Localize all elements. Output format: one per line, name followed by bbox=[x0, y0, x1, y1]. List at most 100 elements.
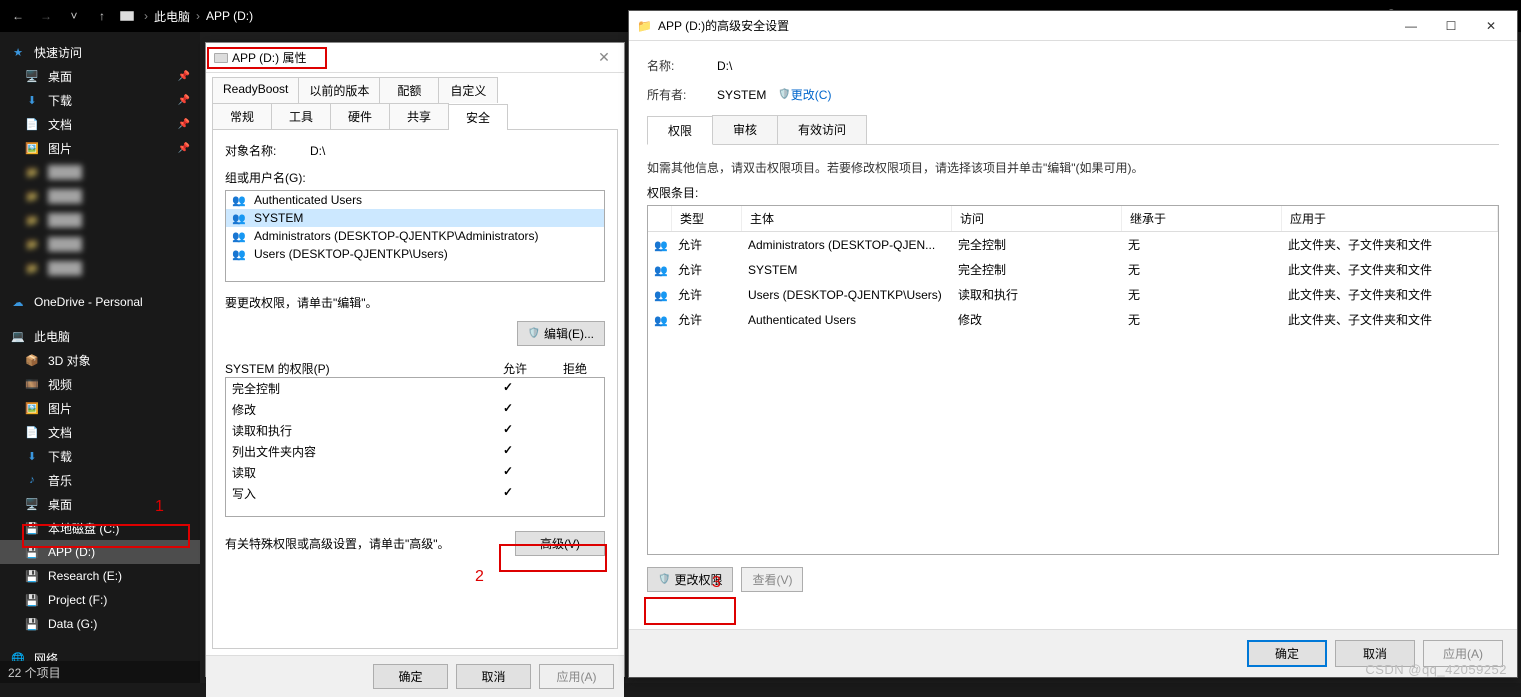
sidebar-blurred[interactable]: 📁████ bbox=[0, 256, 200, 280]
tab-quota[interactable]: 配额 bbox=[379, 77, 439, 103]
props-body: 对象名称: D:\ 组或用户名(G): Authenticated UsersS… bbox=[212, 129, 618, 649]
sidebar-3d-objects[interactable]: 📦3D 对象 bbox=[0, 348, 200, 372]
tab-general[interactable]: 常规 bbox=[212, 103, 272, 129]
ok-button[interactable]: 确定 bbox=[373, 664, 448, 689]
sidebar-project-f[interactable]: 💾Project (F:) bbox=[0, 588, 200, 612]
permissions-list[interactable]: 完全控制修改读取和执行列出文件夹内容读取写入 bbox=[225, 377, 605, 517]
owner-change-link[interactable]: 更改(C) bbox=[791, 86, 832, 103]
perm-title: SYSTEM 的权限(P) bbox=[225, 360, 485, 377]
check-icon bbox=[503, 485, 513, 499]
ok-button[interactable]: 确定 bbox=[1247, 640, 1327, 667]
table-row[interactable]: 允许Authenticated Users修改无此文件夹、子文件夹和文件 bbox=[648, 307, 1498, 332]
col-apply[interactable]: 应用于 bbox=[1282, 206, 1498, 231]
cancel-button[interactable]: 取消 bbox=[456, 664, 531, 689]
tab-sharing[interactable]: 共享 bbox=[389, 103, 449, 129]
view-button[interactable]: 查看(V) bbox=[741, 567, 803, 592]
properties-dialog: APP (D:) 属性 ✕ ReadyBoost 以前的版本 配额 自定义 常规… bbox=[205, 42, 625, 677]
tab-custom[interactable]: 自定义 bbox=[438, 77, 498, 103]
advanced-security-dialog: APP (D:)的高级安全设置 — ☐ ✕ 名称: D:\ 所有者: SYSTE… bbox=[628, 10, 1518, 678]
col-access[interactable]: 访问 bbox=[952, 206, 1122, 231]
permission-row[interactable]: 写入 bbox=[226, 483, 604, 504]
breadcrumb[interactable]: › 此电脑 › APP (D:) bbox=[120, 8, 253, 25]
permission-row[interactable]: 完全控制 bbox=[226, 378, 604, 399]
col-type[interactable]: 类型 bbox=[672, 206, 742, 231]
sidebar-quick-access[interactable]: ★快速访问 bbox=[0, 40, 200, 64]
deny-header: 拒绝 bbox=[545, 360, 605, 377]
sidebar-data-g[interactable]: 💾Data (G:) bbox=[0, 612, 200, 636]
sidebar-desktop2[interactable]: 🖥️桌面 bbox=[0, 492, 200, 516]
users-icon bbox=[232, 229, 248, 243]
adv-tab-effective[interactable]: 有效访问 bbox=[777, 115, 867, 144]
group-item[interactable]: SYSTEM bbox=[226, 209, 604, 227]
table-row[interactable]: 允许Users (DESKTOP-QJENTKP\Users)读取和执行无此文件… bbox=[648, 282, 1498, 307]
close-icon[interactable]: ✕ bbox=[592, 49, 616, 66]
sidebar-this-pc[interactable]: 💻此电脑 bbox=[0, 324, 200, 348]
nav-up-icon[interactable]: ↑ bbox=[92, 6, 112, 26]
breadcrumb-leaf[interactable]: APP (D:) bbox=[206, 9, 253, 23]
users-icon bbox=[232, 211, 248, 225]
breadcrumb-root[interactable]: 此电脑 bbox=[154, 8, 190, 25]
permission-row[interactable]: 列出文件夹内容 bbox=[226, 441, 604, 462]
permission-row[interactable]: 读取 bbox=[226, 462, 604, 483]
adv-tab-permissions[interactable]: 权限 bbox=[647, 116, 713, 145]
minimize-icon[interactable]: — bbox=[1391, 12, 1431, 40]
drive-icon: 💾 bbox=[24, 617, 40, 631]
group-item[interactable]: Authenticated Users bbox=[226, 191, 604, 209]
adv-tab-audit[interactable]: 审核 bbox=[712, 115, 778, 144]
name-value: D:\ bbox=[717, 59, 732, 73]
sidebar-app-d[interactable]: 💾APP (D:) bbox=[0, 540, 200, 564]
sidebar-pictures2[interactable]: 🖼️图片 bbox=[0, 396, 200, 420]
sidebar-music[interactable]: ♪音乐 bbox=[0, 468, 200, 492]
shield-icon bbox=[528, 328, 540, 339]
owner-label: 所有者: bbox=[647, 86, 717, 103]
nav-forward-icon[interactable]: → bbox=[36, 6, 56, 26]
apply-button[interactable]: 应用(A) bbox=[539, 664, 614, 689]
folder-icon: 📁 bbox=[24, 165, 40, 179]
edit-button[interactable]: 编辑(E)... bbox=[517, 321, 605, 346]
sidebar-onedrive[interactable]: ☁OneDrive - Personal bbox=[0, 290, 200, 314]
sidebar-documents2[interactable]: 📄文档 bbox=[0, 420, 200, 444]
group-item[interactable]: Users (DESKTOP-QJENTKP\Users) bbox=[226, 245, 604, 263]
table-row[interactable]: 允许SYSTEM完全控制无此文件夹、子文件夹和文件 bbox=[648, 257, 1498, 282]
nav-back-icon[interactable]: ← bbox=[8, 6, 28, 26]
table-row[interactable]: 允许Administrators (DESKTOP-QJEN...完全控制无此文… bbox=[648, 232, 1498, 257]
tab-previous-versions[interactable]: 以前的版本 bbox=[298, 77, 380, 103]
tab-tools[interactable]: 工具 bbox=[271, 103, 331, 129]
maximize-icon[interactable]: ☐ bbox=[1431, 12, 1471, 40]
tab-security[interactable]: 安全 bbox=[448, 104, 508, 130]
col-inherit[interactable]: 继承于 bbox=[1122, 206, 1282, 231]
permission-entries-table[interactable]: 类型 主体 访问 继承于 应用于 允许Administrators (DESKT… bbox=[647, 205, 1499, 555]
group-item[interactable]: Administrators (DESKTOP-QJENTKP\Administ… bbox=[226, 227, 604, 245]
sidebar-blurred[interactable]: 📁████ bbox=[0, 208, 200, 232]
folder-icon: 📁 bbox=[24, 189, 40, 203]
sidebar-blurred[interactable]: 📁████ bbox=[0, 160, 200, 184]
sidebar-desktop[interactable]: 🖥️桌面📌 bbox=[0, 64, 200, 88]
sidebar-downloads[interactable]: ⬇下载📌 bbox=[0, 88, 200, 112]
sidebar-research-e[interactable]: 💾Research (E:) bbox=[0, 564, 200, 588]
sidebar-pictures[interactable]: 🖼️图片📌 bbox=[0, 136, 200, 160]
groups-list[interactable]: Authenticated UsersSYSTEMAdministrators … bbox=[225, 190, 605, 282]
change-permissions-button[interactable]: 更改权限 bbox=[647, 567, 733, 592]
props-titlebar[interactable]: APP (D:) 属性 ✕ bbox=[206, 43, 624, 73]
sidebar-downloads2[interactable]: ⬇下载 bbox=[0, 444, 200, 468]
sidebar-videos[interactable]: 🎞️视频 bbox=[0, 372, 200, 396]
close-icon[interactable]: ✕ bbox=[1471, 12, 1511, 40]
sidebar-local-c[interactable]: 💾本地磁盘 (C:) bbox=[0, 516, 200, 540]
sidebar-documents[interactable]: 📄文档📌 bbox=[0, 112, 200, 136]
advanced-button[interactable]: 高级(V) bbox=[515, 531, 605, 556]
sidebar-blurred[interactable]: 📁████ bbox=[0, 232, 200, 256]
tab-readyboost[interactable]: ReadyBoost bbox=[212, 77, 299, 103]
sidebar-blurred[interactable]: 📁████ bbox=[0, 184, 200, 208]
adv-tabs: 权限 审核 有效访问 bbox=[647, 115, 1499, 145]
tab-hardware[interactable]: 硬件 bbox=[330, 103, 390, 129]
col-principal[interactable]: 主体 bbox=[742, 206, 952, 231]
permission-row[interactable]: 读取和执行 bbox=[226, 420, 604, 441]
permission-row[interactable]: 修改 bbox=[226, 399, 604, 420]
adv-titlebar[interactable]: APP (D:)的高级安全设置 — ☐ ✕ bbox=[629, 11, 1517, 41]
document-icon: 📄 bbox=[24, 425, 40, 439]
desktop-icon: 🖥️ bbox=[24, 69, 40, 83]
sidebar-network[interactable]: 🌐网络 bbox=[0, 646, 200, 661]
name-label: 名称: bbox=[647, 57, 717, 74]
nav-recent-icon[interactable]: ˅ bbox=[64, 6, 84, 26]
pin-icon: 📌 bbox=[178, 71, 190, 82]
